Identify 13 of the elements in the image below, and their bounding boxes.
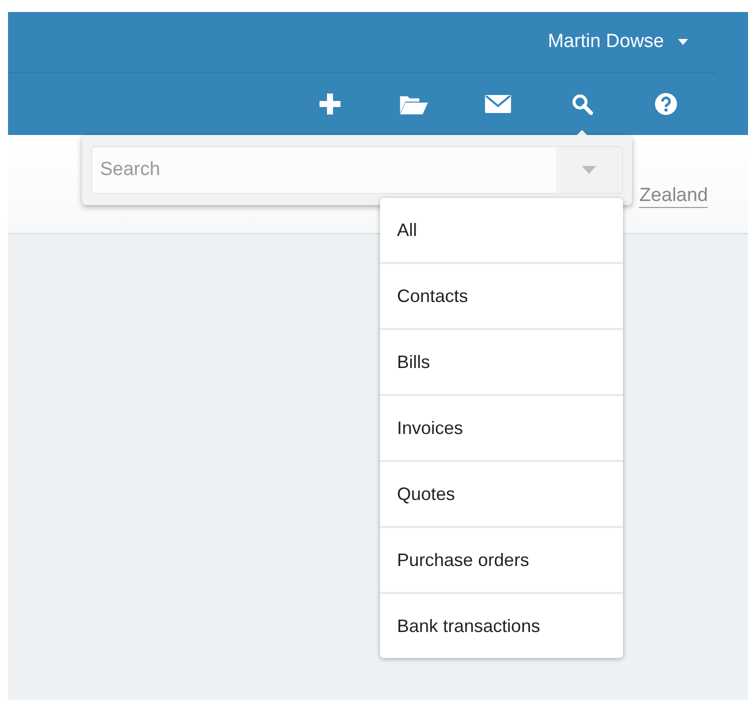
menu-item[interactable]: Bills [380, 330, 623, 396]
add-icon[interactable] [318, 92, 342, 116]
user-menu[interactable]: Martin Dowse [548, 31, 712, 53]
menu-item[interactable]: Bank transactions [380, 594, 623, 658]
help-icon[interactable] [655, 93, 677, 115]
menu-item[interactable]: Invoices [380, 396, 623, 462]
search-icon[interactable] [572, 94, 592, 114]
menu-item[interactable]: Quotes [380, 462, 623, 528]
menu-item[interactable]: Purchase orders [380, 528, 623, 594]
caret-icon [678, 39, 688, 45]
menu-item[interactable]: All [380, 198, 623, 264]
mail-icon[interactable] [485, 95, 511, 113]
menu-item[interactable]: Contacts [380, 264, 623, 330]
